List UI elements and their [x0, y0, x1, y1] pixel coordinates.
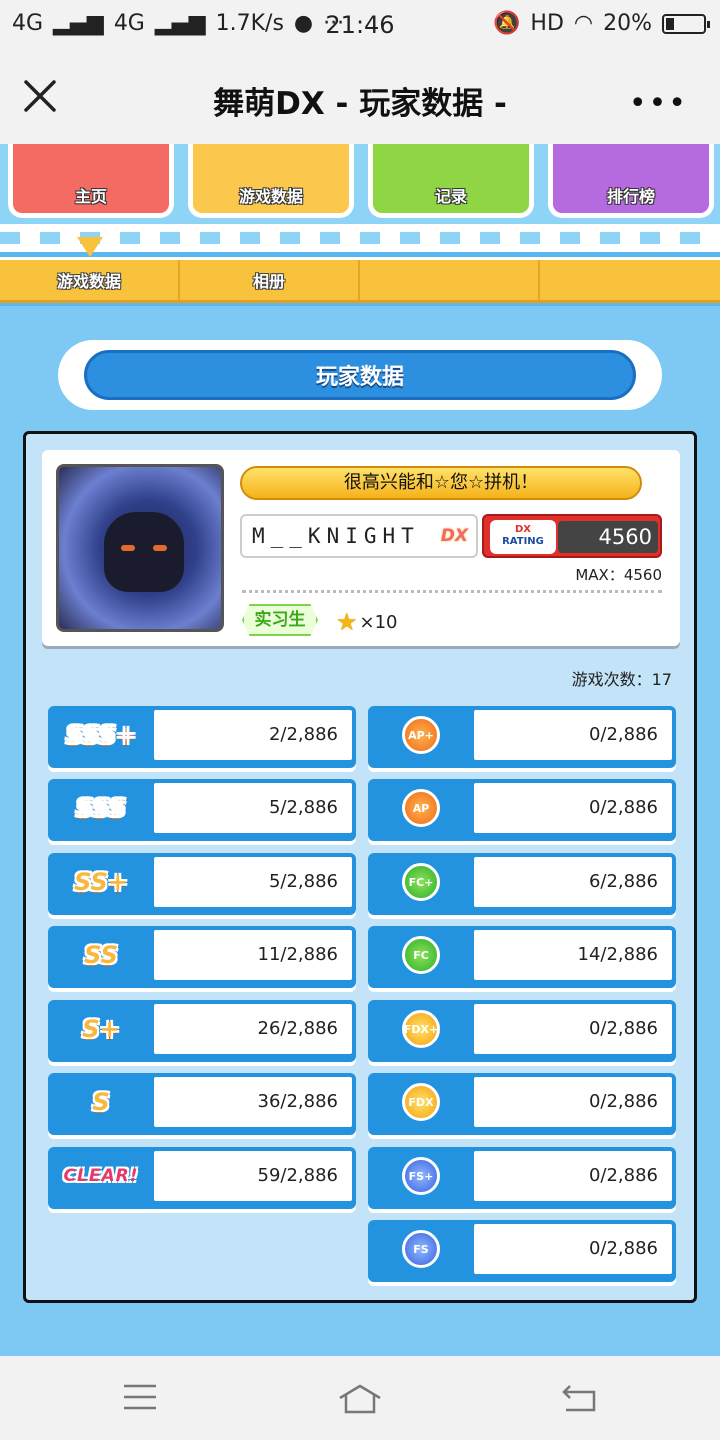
wifi-icon: ◠ [573, 11, 594, 36]
battery-icon [662, 13, 710, 34]
tab-bar: 游戏数据 相册 [0, 257, 720, 303]
ach-fs-value: 0/2,886 [474, 1224, 672, 1274]
star-count: ★ ×10 [336, 608, 398, 636]
selected-tab-arrow-icon [77, 237, 103, 257]
page-title: 舞萌DX - 玩家数据 - [213, 86, 507, 122]
fc-medal-icon: FC [402, 936, 440, 974]
nav-home[interactable]: 主页 [8, 144, 174, 218]
tab-empty-1 [360, 260, 540, 300]
menu-icon[interactable] [122, 1382, 158, 1412]
system-nav-bar [0, 1356, 720, 1440]
star-icon: ★ [336, 608, 358, 636]
tab-empty-2 [540, 260, 720, 300]
rank-row-ssp: SS+ 5/2,886 [48, 853, 356, 915]
rank-row-sp: S+ 26/2,886 [48, 1000, 356, 1062]
play-count: 游戏次数：17 [571, 670, 672, 689]
rank-sssp-icon: SSS+ [65, 721, 137, 749]
ach-row-ap: AP 0/2,886 [368, 779, 676, 841]
ach-row-fdx: FDX 0/2,886 [368, 1073, 676, 1135]
home-icon[interactable] [336, 1382, 384, 1416]
max-rating: MAX：4560 [575, 566, 662, 584]
ach-fcp-value: 6/2,886 [474, 857, 672, 907]
ach-row-app: AP+ 0/2,886 [368, 706, 676, 768]
hd-indicator: HD [530, 11, 564, 36]
greeting-banner: 很高兴能和☆您☆拼机！ [240, 466, 642, 500]
rank-clear-value: 59/2,886 [154, 1151, 352, 1201]
fc-plus-medal-icon: FC+ [402, 863, 440, 901]
rank-clear-icon: CLEAR! [63, 1166, 139, 1186]
rank-row-sss: SSS 5/2,886 [48, 779, 356, 841]
rank-sssp-value: 2/2,886 [154, 710, 352, 760]
nav-home-label: 主页 [74, 187, 107, 206]
more-options-icon[interactable]: ••• [629, 86, 688, 121]
rank-row-clear: CLEAR! 59/2,886 [48, 1147, 356, 1209]
ach-fsp-value: 0/2,886 [474, 1151, 672, 1201]
ach-row-fc: FC 14/2,886 [368, 926, 676, 988]
mute-icon: 🔕 [493, 11, 521, 36]
rank-row-ss: SS 11/2,886 [48, 926, 356, 988]
profile-card: 很高兴能和☆您☆拼机！ M__KNIGHT DX DX RATING 4560 … [42, 450, 680, 646]
dx-logo: DX [440, 526, 468, 546]
rank-sp-value: 26/2,886 [154, 1004, 352, 1054]
ach-row-fdxp: FDX+ 0/2,886 [368, 1000, 676, 1062]
dotted-divider [242, 590, 662, 593]
rank-row-sssp: SSS+ 2/2,886 [48, 706, 356, 768]
ach-row-fcp: FC+ 6/2,886 [368, 853, 676, 915]
rank-s-value: 36/2,886 [154, 1077, 352, 1127]
star-count-value: ×10 [359, 611, 398, 633]
rank-s-icon: S [92, 1088, 110, 1116]
avatar [56, 464, 224, 632]
rating-label-text: RATING [502, 536, 544, 547]
rank-row-s: S 36/2,886 [48, 1073, 356, 1135]
back-icon[interactable] [560, 1382, 598, 1414]
section-banner: 玩家数据 [58, 340, 662, 410]
ach-ap-value: 0/2,886 [474, 783, 672, 833]
rank-sp-icon: S+ [82, 1015, 120, 1043]
rating-label-dx: DX [514, 524, 531, 535]
nav-ranking-label: 排行榜 [606, 187, 655, 206]
nav-game-data-label: 游戏数据 [238, 187, 303, 206]
rating-label: DX RATING [490, 520, 556, 554]
rating-box: DX RATING 4560 [482, 514, 662, 558]
player-name: M__KNIGHT [252, 524, 420, 548]
rank-ss-value: 11/2,886 [154, 930, 352, 980]
rank-ss-icon: SS [84, 941, 118, 969]
ap-plus-medal-icon: AP+ [402, 716, 440, 754]
status-bar: 4G ▂▄▆ 4G ▂▄▆ 1.7K/s ● ··· 21:46 🔕 HD ◠ … [0, 0, 720, 50]
ach-row-fsp: FS+ 0/2,886 [368, 1147, 676, 1209]
ap-medal-icon: AP [402, 789, 440, 827]
player-name-box: M__KNIGHT DX [240, 514, 478, 558]
top-nav: 主页 游戏数据 记录 排行榜 [0, 144, 720, 224]
nav-ranking[interactable]: 排行榜 [548, 144, 714, 218]
section-title: 玩家数据 [315, 365, 404, 390]
tab-game-data[interactable]: 游戏数据 [0, 260, 180, 300]
title-bar: 舞萌DX - 玩家数据 - ••• [0, 50, 720, 144]
fdx-plus-medal-icon: FDX+ [402, 1010, 440, 1048]
rank-ssp-value: 5/2,886 [154, 857, 352, 907]
ach-app-value: 0/2,886 [474, 710, 672, 760]
rating-value: 4560 [558, 521, 658, 553]
class-badge: 实习生 [242, 604, 318, 636]
divider-stripes [0, 232, 720, 244]
battery-percent: 20% [603, 11, 652, 36]
ach-fdxp-value: 0/2,886 [474, 1004, 672, 1054]
game-page: 主页 游戏数据 记录 排行榜 游戏数据 相册 玩家数据 很高兴能和☆您☆拼机！ … [0, 144, 720, 1356]
nav-record[interactable]: 记录 [368, 144, 534, 218]
ach-row-fs: FS 0/2,886 [368, 1220, 676, 1282]
ach-fdx-value: 0/2,886 [474, 1077, 672, 1127]
status-right: 🔕 HD ◠ 20% [493, 11, 710, 36]
fs-plus-medal-icon: FS+ [402, 1157, 440, 1195]
ach-fc-value: 14/2,886 [474, 930, 672, 980]
fs-medal-icon: FS [402, 1230, 440, 1268]
player-data-panel: 很高兴能和☆您☆拼机！ M__KNIGHT DX DX RATING 4560 … [23, 431, 697, 1303]
nav-record-label: 记录 [434, 187, 467, 206]
rank-sss-value: 5/2,886 [154, 783, 352, 833]
fdx-medal-icon: FDX [402, 1083, 440, 1121]
rank-sss-icon: SSS [75, 794, 127, 822]
nav-game-data[interactable]: 游戏数据 [188, 144, 354, 218]
tab-album[interactable]: 相册 [180, 260, 360, 300]
rank-ssp-icon: SS+ [74, 868, 128, 896]
